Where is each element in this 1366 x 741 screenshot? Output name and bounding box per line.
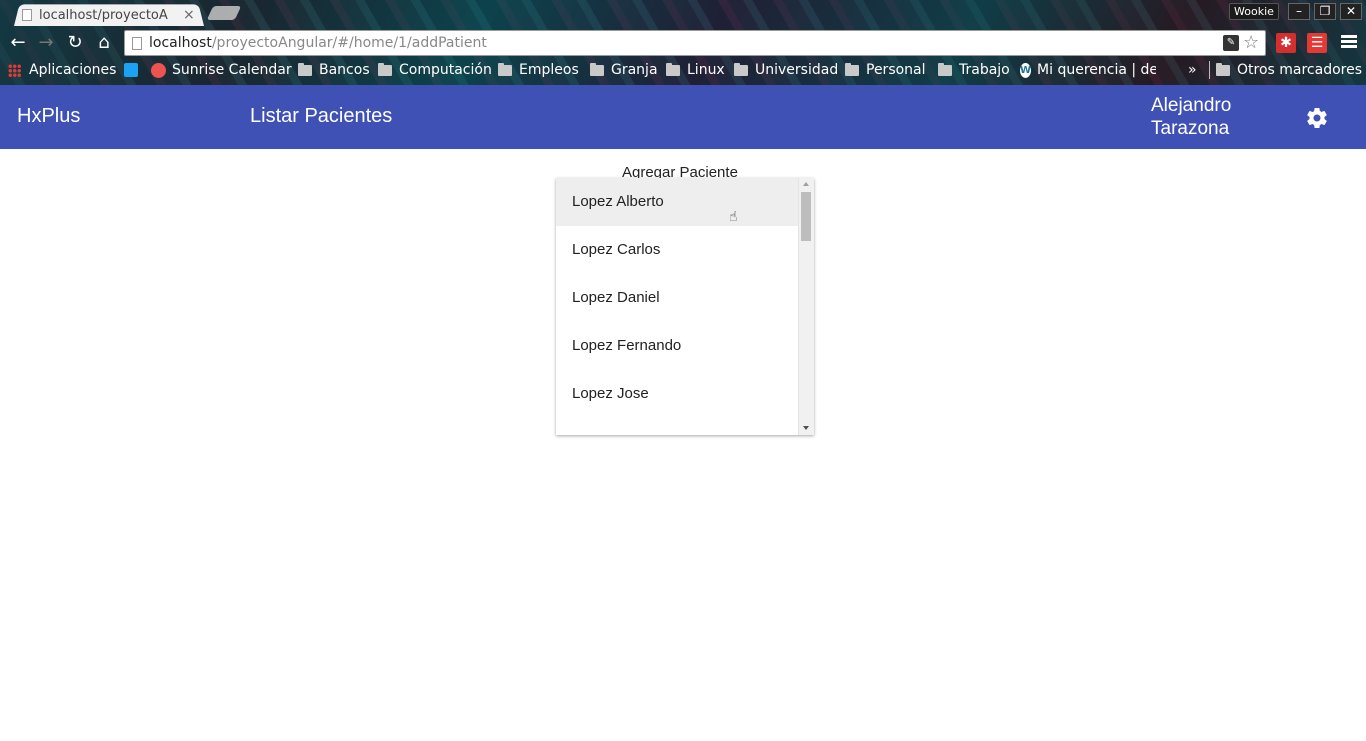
- folder-icon: [378, 62, 392, 76]
- bookmark-apps[interactable]: Aplicaciones: [8, 60, 116, 80]
- minimize-button[interactable]: –: [1288, 3, 1310, 20]
- tab-title: localhost/proyectoA: [39, 7, 168, 23]
- bookmark-label: Granja: [611, 62, 658, 78]
- tab-strip: localhost/proyectoA ×: [0, 0, 1366, 27]
- bookmark-folder-granja[interactable]: Granja: [590, 60, 658, 80]
- bookmark-label: Otros marcadores: [1237, 62, 1363, 78]
- nav-link-list-patients[interactable]: Listar Pacientes: [250, 105, 392, 128]
- forward-icon[interactable]: →: [36, 33, 56, 53]
- scroll-thumb[interactable]: [801, 192, 811, 241]
- bookmark-label: Computación: [399, 62, 492, 78]
- bookmark-label: Sunrise Calendar: [172, 62, 292, 78]
- mouse-cursor-icon: ☝: [729, 209, 738, 225]
- scroll-up-arrow-icon[interactable]: [803, 182, 809, 186]
- app-header: HxPlus Listar Pacientes Alejandro Tarazo…: [0, 85, 1366, 149]
- bookmarks-overflow-button[interactable]: »: [1188, 60, 1197, 80]
- sunrise-icon: [151, 62, 166, 78]
- tab-close-icon[interactable]: ×: [183, 8, 195, 22]
- user-name[interactable]: Alejandro Tarazona: [1151, 94, 1251, 140]
- folder-icon: [1216, 62, 1230, 76]
- patient-option[interactable]: Lopez Fernando: [556, 322, 798, 370]
- bookmark-folder-personal[interactable]: Personal: [845, 60, 926, 80]
- reload-icon[interactable]: ↻: [65, 33, 85, 53]
- twitter-icon: [124, 63, 138, 77]
- bookmark-label: Universidad: [755, 62, 839, 78]
- patient-option[interactable]: Lopez Carlos: [556, 226, 798, 274]
- folder-icon: [590, 62, 604, 76]
- user-last-name: Tarazona: [1151, 118, 1230, 139]
- apps-grid-icon: [8, 63, 21, 77]
- patient-select-dropdown[interactable]: Lopez Alberto Lopez Carlos Lopez Daniel …: [556, 178, 814, 435]
- scroll-down-arrow-icon[interactable]: [803, 426, 809, 430]
- url-host: localhost: [149, 35, 212, 51]
- patient-option[interactable]: Lopez Daniel: [556, 274, 798, 322]
- folder-icon: [298, 62, 312, 76]
- wordpress-icon: W: [1020, 62, 1032, 78]
- bookmark-folder-bancos[interactable]: Bancos: [298, 60, 370, 80]
- bookmark-wordpress[interactable]: W Mi querencia | de: [1020, 60, 1156, 80]
- folder-icon: [498, 62, 512, 76]
- bookmark-star-icon[interactable]: ☆: [1243, 32, 1259, 53]
- patient-option[interactable]: Lopez Jose: [556, 370, 798, 418]
- bookmark-label: Aplicaciones: [29, 62, 117, 78]
- bookmark-label: Empleos: [519, 62, 579, 78]
- profile-badge[interactable]: Wookie: [1229, 3, 1279, 20]
- bookmark-other[interactable]: Otros marcadores: [1216, 60, 1362, 80]
- bookmark-twitter[interactable]: [124, 60, 144, 80]
- browser-tab-content[interactable]: localhost/proyectoA ×: [22, 5, 202, 25]
- folder-icon: [666, 62, 680, 76]
- todo-extension-icon[interactable]: ☰: [1307, 33, 1327, 53]
- bookmark-folder-empleos[interactable]: Empleos: [498, 60, 579, 80]
- browser-menu-icon[interactable]: [1341, 35, 1357, 49]
- bookmark-folder-computacion[interactable]: Computación: [378, 60, 492, 80]
- url-path: /proyectoAngular/#/home/1/addPatient: [211, 35, 487, 51]
- extension-icon[interactable]: ✱: [1276, 33, 1296, 53]
- restore-button[interactable]: ❐: [1314, 3, 1336, 20]
- dropdown-scrollbar[interactable]: [798, 178, 814, 435]
- bookmark-label: Linux: [687, 62, 725, 78]
- bookmark-label: Personal: [866, 62, 926, 78]
- folder-icon: [845, 62, 859, 76]
- patient-option[interactable]: Lopez Alberto: [556, 178, 798, 226]
- bookmark-folder-linux[interactable]: Linux: [666, 60, 725, 80]
- app-brand[interactable]: HxPlus: [17, 105, 80, 128]
- bookmarks-divider: [1209, 61, 1210, 79]
- page-icon: [22, 9, 32, 21]
- home-icon[interactable]: ⌂: [94, 33, 114, 53]
- close-window-button[interactable]: ✕: [1340, 3, 1362, 20]
- folder-icon: [938, 62, 952, 76]
- url-text[interactable]: localhost/proyectoAngular/#/home/1/addPa…: [149, 35, 487, 51]
- bookmark-folder-trabajo[interactable]: Trabajo: [938, 60, 1010, 80]
- new-tab-button[interactable]: [206, 6, 242, 20]
- gear-icon[interactable]: [1305, 106, 1329, 130]
- folder-icon: [734, 62, 748, 76]
- bookmark-label: Trabajo: [959, 62, 1010, 78]
- page-icon: [132, 37, 142, 50]
- back-icon[interactable]: ←: [8, 33, 28, 53]
- bookmark-label: Mi querencia | de: [1037, 62, 1156, 78]
- bookmark-label: Bancos: [319, 62, 370, 78]
- user-first-name: Alejandro: [1151, 95, 1232, 116]
- address-bar[interactable]: localhost/proyectoAngular/#/home/1/addPa…: [124, 30, 1266, 56]
- bookmark-sunrise[interactable]: Sunrise Calendar: [151, 60, 292, 80]
- bookmark-folder-universidad[interactable]: Universidad: [734, 60, 838, 80]
- page-action-icon[interactable]: ✎: [1223, 35, 1239, 51]
